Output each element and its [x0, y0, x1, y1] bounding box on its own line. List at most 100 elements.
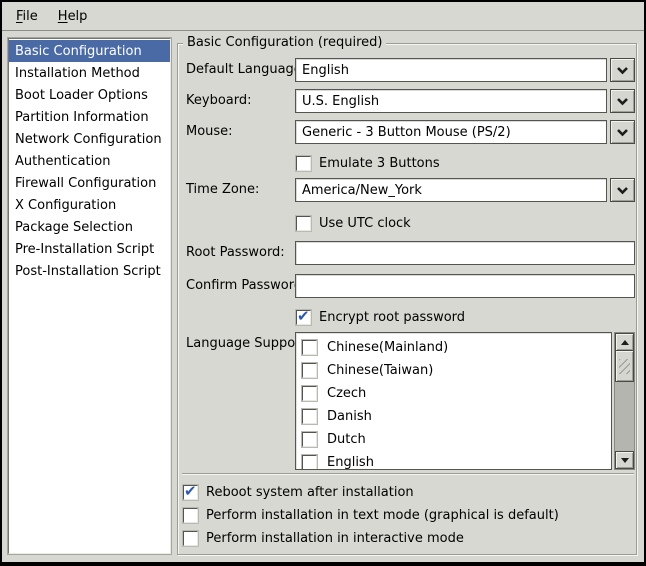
- checkbox-icon: [296, 216, 311, 231]
- checkbox-icon: [302, 340, 317, 355]
- language-option[interactable]: Chinese(Mainland): [296, 336, 611, 359]
- sidebar-item-label: Network Configuration: [15, 132, 162, 147]
- install-option-label: Perform installation in text mode (graph…: [206, 508, 559, 523]
- sidebar-item[interactable]: Pre-Installation Script: [9, 238, 170, 260]
- sidebar-item[interactable]: X Configuration: [9, 194, 170, 216]
- horizontal-separator: [182, 473, 634, 475]
- keyboard-dropdown-button[interactable]: [610, 89, 635, 113]
- sidebar-item[interactable]: Partition Information: [9, 106, 170, 128]
- install-option-checkbox[interactable]: Perform installation in interactive mode: [183, 530, 464, 547]
- language-option[interactable]: Dutch: [296, 428, 611, 451]
- sidebar-item[interactable]: Network Configuration: [9, 128, 170, 150]
- sidebar-item[interactable]: Boot Loader Options: [9, 84, 170, 106]
- sidebar-nav: Basic Configuration Installation Method …: [8, 38, 171, 554]
- sidebar-item-label: Partition Information: [15, 110, 149, 125]
- scroll-down-button[interactable]: [615, 451, 634, 469]
- mouse-label: Mouse:: [186, 124, 233, 139]
- checkbox-icon: [296, 310, 311, 325]
- sidebar-item[interactable]: Firewall Configuration: [9, 172, 170, 194]
- checkbox-icon: [302, 409, 317, 424]
- scrollbar-trough[interactable]: [615, 382, 634, 451]
- sidebar-item-label: Authentication: [15, 154, 110, 169]
- keyboard-label: Keyboard:: [186, 93, 252, 108]
- language-option-label: Danish: [327, 409, 372, 424]
- time-zone-dropdown-button[interactable]: [610, 178, 635, 202]
- sidebar-item[interactable]: Basic Configuration: [9, 40, 170, 62]
- use-utc-clock-label: Use UTC clock: [319, 216, 411, 231]
- language-support-label: Language Support:: [186, 336, 310, 351]
- sidebar-item-label: Package Selection: [15, 220, 133, 235]
- install-option-checkbox[interactable]: Reboot system after installation: [183, 484, 414, 501]
- sidebar-item[interactable]: Installation Method: [9, 62, 170, 84]
- language-option-label: Chinese(Mainland): [327, 340, 448, 355]
- time-zone-label: Time Zone:: [186, 182, 259, 197]
- sidebar-item-label: Firewall Configuration: [15, 176, 156, 191]
- sidebar-item[interactable]: Authentication: [9, 150, 170, 172]
- chevron-down-icon: [616, 66, 629, 75]
- menu-file[interactable]: File: [6, 2, 48, 30]
- mouse-dropdown-button[interactable]: [610, 120, 635, 144]
- default-language-label: Default Language:: [186, 62, 306, 77]
- use-utc-clock-checkbox[interactable]: Use UTC clock: [296, 215, 411, 232]
- root-password-label: Root Password:: [186, 245, 285, 260]
- sidebar-item-label: Basic Configuration: [15, 44, 142, 59]
- language-option[interactable]: English: [296, 451, 611, 470]
- checkbox-icon: [302, 432, 317, 447]
- time-zone-combo[interactable]: America/New_York: [295, 178, 635, 202]
- mouse-combo[interactable]: Generic - 3 Button Mouse (PS/2): [295, 120, 635, 144]
- confirm-password-input[interactable]: [295, 274, 635, 298]
- scroll-up-button[interactable]: [615, 333, 634, 351]
- menu-file-label: File: [16, 9, 38, 24]
- checkbox-icon: [183, 485, 198, 500]
- scrollbar-thumb[interactable]: [615, 351, 634, 382]
- checkbox-icon: [302, 386, 317, 401]
- checkbox-icon: [296, 156, 311, 171]
- checkbox-icon: [183, 508, 198, 523]
- sidebar-item-label: Post-Installation Script: [15, 264, 161, 279]
- group-title: Basic Configuration (required): [183, 35, 386, 50]
- language-support-options[interactable]: Chinese(Mainland) Chinese(Taiwan) Czech …: [295, 332, 612, 470]
- sidebar-item[interactable]: Package Selection: [9, 216, 170, 238]
- default-language-dropdown-button[interactable]: [610, 58, 635, 82]
- sidebar-item-label: Installation Method: [15, 66, 140, 81]
- confirm-password-label: Confirm Password:: [186, 278, 306, 293]
- keyboard-combo[interactable]: U.S. English: [295, 89, 635, 113]
- language-option-label: Dutch: [327, 432, 366, 447]
- default-language-value: English: [295, 58, 607, 82]
- vertical-scrollbar[interactable]: [614, 332, 635, 470]
- mouse-value: Generic - 3 Button Mouse (PS/2): [295, 120, 607, 144]
- keyboard-value: U.S. English: [295, 89, 607, 113]
- encrypt-root-password-checkbox[interactable]: Encrypt root password: [296, 309, 465, 326]
- install-option-checkbox[interactable]: Perform installation in text mode (graph…: [183, 507, 559, 524]
- checkbox-icon: [302, 363, 317, 378]
- root-password-input[interactable]: [295, 241, 635, 265]
- menu-bar: File Help: [2, 2, 644, 31]
- language-option-label: Czech: [327, 386, 366, 401]
- arrow-down-icon: [621, 458, 629, 467]
- language-support-list: Chinese(Mainland) Chinese(Taiwan) Czech …: [295, 332, 635, 470]
- language-option-label: Chinese(Taiwan): [327, 363, 433, 378]
- encrypt-root-password-label: Encrypt root password: [319, 310, 465, 325]
- sidebar-item-label: Boot Loader Options: [15, 88, 148, 103]
- sidebar-item-label: Pre-Installation Script: [15, 242, 154, 257]
- menu-help[interactable]: Help: [48, 2, 98, 30]
- emulate-3-buttons-label: Emulate 3 Buttons: [319, 156, 440, 171]
- chevron-down-icon: [616, 186, 629, 195]
- language-option[interactable]: Danish: [296, 405, 611, 428]
- chevron-down-icon: [616, 128, 629, 137]
- language-option[interactable]: Czech: [296, 382, 611, 405]
- chevron-down-icon: [616, 97, 629, 106]
- install-option-label: Perform installation in interactive mode: [206, 531, 464, 546]
- checkbox-icon: [302, 455, 317, 470]
- language-option[interactable]: Chinese(Taiwan): [296, 359, 611, 382]
- checkbox-icon: [183, 531, 198, 546]
- language-option-label: English: [327, 455, 374, 470]
- sidebar-item[interactable]: Post-Installation Script: [9, 260, 170, 282]
- sidebar-item-label: X Configuration: [15, 198, 116, 213]
- menu-help-label: Help: [58, 9, 88, 24]
- time-zone-value: America/New_York: [295, 178, 607, 202]
- install-option-label: Reboot system after installation: [206, 485, 414, 500]
- arrow-up-icon: [621, 336, 629, 345]
- default-language-combo[interactable]: English: [295, 58, 635, 82]
- emulate-3-buttons-checkbox[interactable]: Emulate 3 Buttons: [296, 155, 440, 172]
